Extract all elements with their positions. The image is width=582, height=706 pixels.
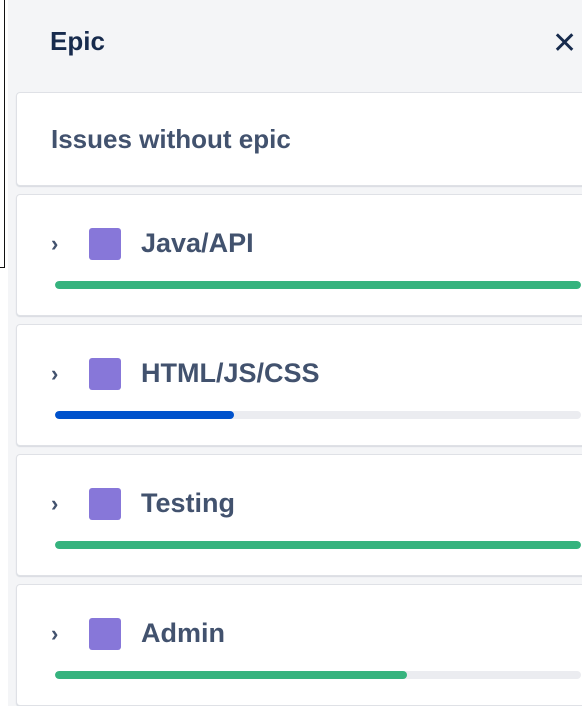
epic-item-testing[interactable]: › Testing: [16, 454, 582, 576]
panel-title: Epic: [50, 26, 105, 56]
epic-progress-fill: [55, 541, 581, 549]
epic-color-swatch: [89, 488, 121, 520]
epic-progress-bar: [55, 411, 581, 419]
epic-name: Testing: [141, 488, 235, 518]
epic-item-admin[interactable]: › Admin: [16, 584, 582, 706]
close-icon[interactable]: ✕: [552, 24, 582, 64]
epic-progress-bar: [55, 671, 581, 679]
chevron-right-icon[interactable]: ›: [51, 231, 58, 257]
chevron-right-icon[interactable]: ›: [51, 491, 58, 517]
epic-progress-fill: [55, 671, 408, 679]
epic-panel: Epic ✕ Issues without epic › Java/API › …: [8, 0, 582, 706]
left-divider: [0, 0, 5, 268]
epic-progress-bar: [55, 541, 581, 549]
panel-header: Epic ✕: [16, 0, 582, 90]
issues-without-epic-item[interactable]: Issues without epic: [16, 92, 582, 186]
epic-color-swatch: [89, 618, 121, 650]
chevron-right-icon[interactable]: ›: [51, 621, 58, 647]
issues-without-epic-label: Issues without epic: [51, 124, 291, 154]
epic-progress-fill: [55, 281, 581, 289]
chevron-right-icon[interactable]: ›: [51, 361, 58, 387]
epic-color-swatch: [89, 228, 121, 260]
epic-progress-bar: [55, 281, 581, 289]
epic-color-swatch: [89, 358, 121, 390]
epic-progress-fill: [55, 411, 234, 419]
epic-name: Java/API: [141, 228, 254, 258]
epic-item-java-api[interactable]: › Java/API: [16, 194, 582, 316]
epic-name: Admin: [141, 618, 225, 648]
epic-item-html-js-css[interactable]: › HTML/JS/CSS: [16, 324, 582, 446]
epic-name: HTML/JS/CSS: [141, 358, 320, 388]
